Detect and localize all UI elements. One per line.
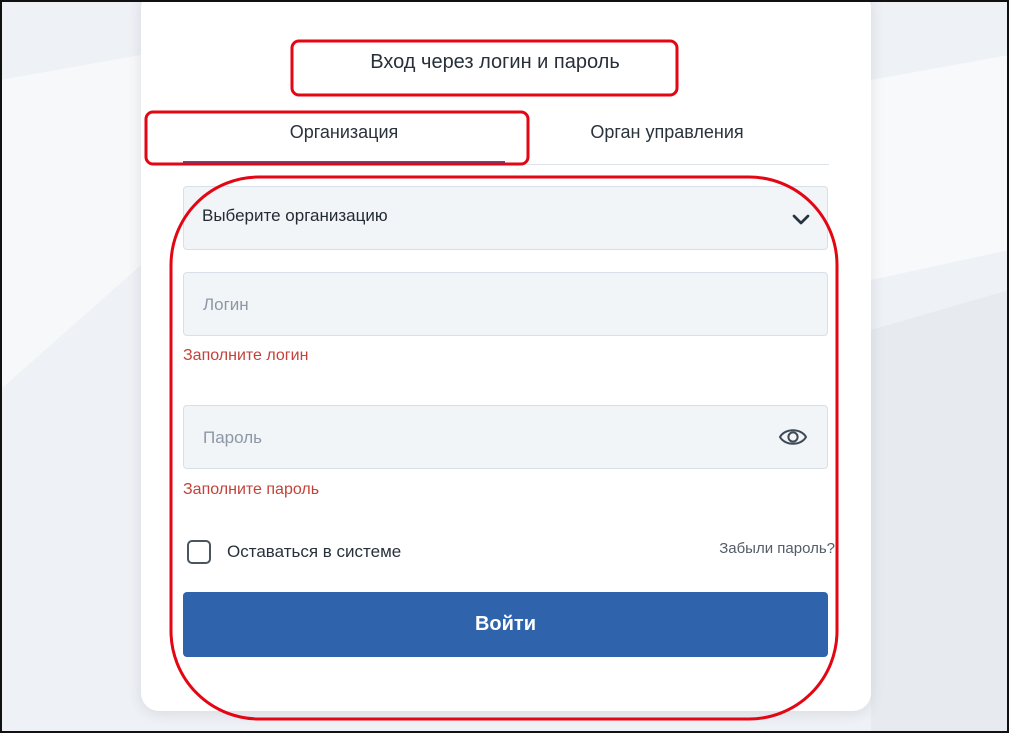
remember-checkbox[interactable]: [187, 540, 211, 564]
chevron-down-icon[interactable]: [791, 209, 811, 229]
tab-governing-body[interactable]: Орган управления: [505, 118, 829, 164]
password-error: Заполните пароль: [183, 481, 320, 498]
eye-icon[interactable]: [777, 425, 809, 449]
password-input[interactable]: [201, 421, 725, 455]
tab-organization[interactable]: Организация: [183, 118, 505, 164]
login-field[interactable]: [183, 272, 828, 336]
organization-select[interactable]: Выберите организацию: [183, 186, 828, 250]
remember-label: Оставаться в системе: [227, 542, 402, 561]
password-field[interactable]: [183, 405, 828, 469]
login-tabs: Организация Орган управления: [183, 118, 829, 165]
forgot-password-link[interactable]: Забыли пароль?: [719, 540, 835, 557]
organization-select-value: Выберите организацию: [202, 206, 388, 225]
login-input[interactable]: [201, 288, 725, 322]
page-title: Вход через логин и пароль: [370, 51, 620, 73]
login-button[interactable]: Войти: [183, 592, 828, 657]
remember-me[interactable]: Оставаться в системе: [187, 540, 447, 570]
login-error: Заполните логин: [183, 347, 309, 364]
